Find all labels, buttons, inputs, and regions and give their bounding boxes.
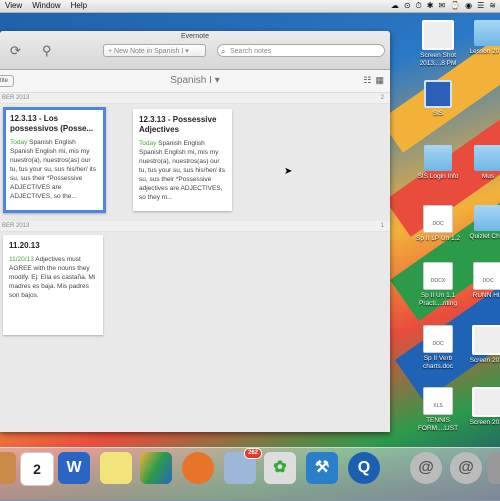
sis-app-icon — [424, 80, 452, 108]
section-header: BER 2013 2 — [0, 93, 390, 104]
screenshot-icon — [422, 20, 454, 50]
search-input[interactable]: ⌕ Search notes — [217, 44, 385, 57]
folder-icon — [474, 145, 500, 171]
notebook-selector[interactable]: Spanish I ▾ — [0, 75, 390, 86]
desktop-icon-tennis[interactable]: XLS TENNIS FORM....LIST — [413, 387, 463, 433]
menu-window[interactable]: Window — [27, 0, 65, 12]
note-card[interactable]: 12.3.13 - Los possessivos (Posse... Toda… — [3, 107, 106, 213]
desktop-icon-screen-3[interactable]: Screen 2013 — [463, 387, 500, 427]
desktop-icon-sis-login[interactable]: SIS Login Info — [413, 145, 463, 181]
spreadsheet-icon: XLS — [423, 387, 453, 415]
dock-firefox-icon[interactable] — [182, 452, 214, 484]
desktop-icon-quizlet[interactable]: Quizlet Chec — [463, 205, 500, 241]
evernote-window: Evernote ⟳ ⚲ + New Note in Spanish I ▾ ⌕… — [0, 31, 390, 432]
record-icon[interactable]: ⊙ — [404, 0, 411, 12]
desktop-icon-sp2-lp[interactable]: DOC Sp II LP Un 1.2 — [413, 205, 463, 243]
document-icon: DOC — [423, 205, 453, 233]
mail-icon[interactable]: ✉ — [438, 0, 445, 12]
dock-calendar-icon[interactable]: 2 — [20, 452, 54, 486]
menu-help[interactable]: Help — [66, 0, 92, 12]
timer-icon[interactable]: ⏱ — [416, 0, 422, 12]
desktop-icon-lesson[interactable]: Lesson 2013 — [463, 20, 500, 56]
document-icon: DOC — [473, 262, 500, 290]
dock-mail-icon[interactable]: 262 — [224, 448, 262, 484]
menu-bar: View Window Help ☁ ⊙ ⏱ ✱ ✉ ⌚ ◉ ☰ ≋ — [0, 0, 500, 13]
desktop-icon-runn[interactable]: DOC RUNN HIL — [463, 262, 500, 300]
view-options: ☷ ▦ — [363, 75, 384, 86]
activity-icon[interactable]: ⚲ — [42, 43, 52, 59]
search-icon: ⌕ — [221, 47, 226, 56]
dock-word-icon[interactable]: W — [58, 452, 90, 484]
note-grid: 11.20.13 11/20/13 Adjectives must AGREE … — [0, 232, 390, 432]
clock-icon[interactable]: ⌚ — [450, 0, 460, 12]
dock-evernote-icon[interactable]: ✿ — [264, 452, 296, 484]
dock-network-icon-2[interactable]: @ — [450, 452, 482, 484]
status-icons: ☁ ⊙ ⏱ ✱ ✉ ⌚ ◉ ☰ ≋ — [391, 0, 500, 12]
dock-contacts-icon[interactable] — [0, 452, 16, 484]
note-card[interactable]: 11.20.13 11/20/13 Adjectives must AGREE … — [3, 235, 103, 335]
folder-icon — [424, 145, 452, 171]
dock-trash-icon[interactable] — [488, 452, 500, 484]
dock-quicktime-icon[interactable]: Q — [348, 452, 380, 484]
new-note-button[interactable]: + New Note in Spanish I ▾ — [103, 44, 206, 57]
note-title: 12.3.13 - Los possessivos (Posse... — [10, 114, 94, 133]
dock-drive-icon[interactable] — [140, 452, 172, 484]
note-snippet: 11/20/13 Adjectives must AGREE with the … — [9, 256, 96, 299]
note-card[interactable]: 12.3.13 - Possessive Adjectives Today Sp… — [133, 109, 232, 211]
desktop-icon-sis[interactable]: SIS — [413, 80, 463, 118]
desktop-icon-screen-2[interactable]: Screen 2013 — [463, 325, 500, 365]
note-title: 12.3.13 - Possessive Adjectives — [139, 115, 217, 134]
sort-options-icon[interactable]: ☷ — [363, 75, 371, 86]
screenshot-icon — [472, 387, 500, 417]
mouse-cursor: ➤ — [284, 166, 293, 177]
dock-stickies-icon[interactable] — [100, 452, 132, 484]
menu-view[interactable]: View — [0, 0, 27, 12]
view-mode-icon[interactable]: ▦ — [375, 75, 384, 86]
document-icon: DOCX — [423, 262, 453, 290]
dock-network-icon[interactable]: @ — [410, 452, 442, 484]
title-bar: Evernote ⟳ ⚲ + New Note in Spanish I ▾ ⌕… — [0, 31, 390, 70]
dock-xcode-icon[interactable]: ⚒ — [306, 452, 338, 484]
desktop-icon-sp2-practice[interactable]: DOCX Sp II Un 1.1 Practi....riting — [413, 262, 463, 308]
folder-icon — [474, 20, 500, 46]
note-grid: 12.3.13 - Los possessivos (Posse... Toda… — [0, 104, 390, 221]
note-count: 2 — [380, 95, 384, 101]
wifi-icon[interactable]: ≋ — [489, 0, 496, 12]
desktop-icon-screenshot[interactable]: Screen Shot 2013....8 PM — [413, 20, 463, 68]
note-snippet: Today Spanish English Spanish English mi… — [10, 139, 96, 200]
folder-icon — [474, 205, 500, 231]
desktop-icon-mus[interactable]: Mus — [463, 145, 500, 181]
screenshot-icon — [472, 325, 500, 355]
bluetooth-icon[interactable]: ✱ — [427, 0, 434, 12]
cloud-icon[interactable]: ☁ — [391, 0, 399, 12]
note-title: 11.20.13 — [9, 241, 40, 250]
window-title: Evernote — [180, 33, 210, 40]
note-list-header: tite Spanish I ▾ ☷ ▦ — [0, 70, 390, 93]
note-count: 1 — [380, 223, 384, 229]
section-header: BER 2013 1 — [0, 221, 390, 232]
evernote-status-icon[interactable]: ◉ — [465, 0, 472, 12]
document-icon: DOC — [423, 325, 453, 353]
desktop-icon-verb-charts[interactable]: DOC Sp II Verb charts.doc — [413, 325, 463, 371]
mail-badge: 262 — [243, 448, 262, 459]
note-snippet: Today Spanish English Spanish English mi… — [139, 140, 225, 201]
menu-list-icon[interactable]: ☰ — [477, 0, 484, 12]
sync-icon[interactable]: ⟳ — [10, 43, 21, 59]
